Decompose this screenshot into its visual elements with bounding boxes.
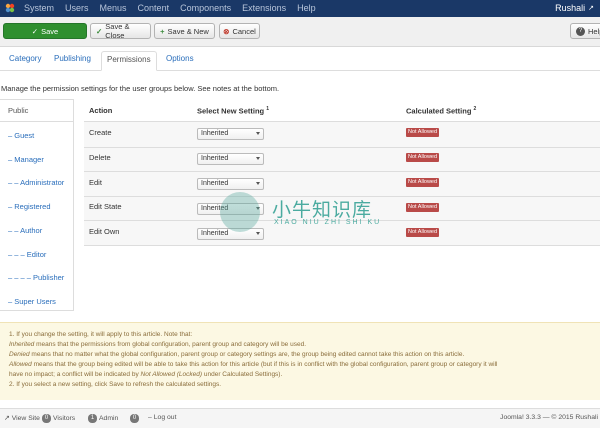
footnote-1: 1	[266, 106, 269, 112]
minus-icon: –	[148, 414, 152, 421]
group-editor[interactable]: – – – Editor	[8, 250, 46, 259]
external-link-icon: ↗	[588, 5, 594, 12]
group-super-users[interactable]: – Super Users	[8, 297, 56, 306]
setting-select-delete[interactable]: Inherited	[197, 153, 264, 165]
note-allowed: Allowed means that the group being edite…	[9, 361, 498, 368]
menu-content[interactable]: Content	[138, 3, 170, 13]
watermark-logo-icon	[220, 192, 260, 232]
action-delete: Delete	[89, 153, 111, 162]
table-divider	[84, 245, 600, 246]
table-row-band	[84, 148, 600, 173]
action-edit-state: Edit State	[89, 202, 122, 211]
help-button[interactable]: ? Help	[570, 23, 600, 39]
external-link-icon: ↗	[4, 415, 10, 422]
calculated-badge-edit: Not Allowed	[406, 178, 440, 187]
calculated-badge-edit-own: Not Allowed	[406, 228, 440, 237]
action-edit: Edit	[89, 178, 102, 187]
menu-menus[interactable]: Menus	[100, 3, 127, 13]
note-line-1: 1. If you change the setting, it will ap…	[9, 331, 193, 338]
cancel-icon: ⊗	[223, 26, 230, 36]
group-manager[interactable]: – Manager	[8, 155, 44, 164]
setting-select-create[interactable]: Inherited	[197, 128, 264, 140]
action-create: Create	[89, 128, 112, 137]
menu-components[interactable]: Components	[180, 3, 231, 13]
save-new-button[interactable]: + Save & New	[154, 23, 215, 39]
user-group-nav: Public – Guest – Manager – – Administrat…	[0, 99, 74, 311]
note-allowed-cont: have no impact; a conflict will be indic…	[9, 371, 283, 378]
save-button[interactable]: ✓ Save	[3, 23, 87, 39]
tab-permissions[interactable]: Permissions	[101, 51, 157, 71]
plus-icon: +	[160, 26, 165, 36]
menu-extensions[interactable]: Extensions	[242, 3, 286, 13]
view-site-link[interactable]: ↗ View Site	[4, 414, 40, 423]
group-author[interactable]: – – Author	[8, 226, 42, 235]
col-calculated-header: Calculated Setting 2	[406, 106, 477, 116]
main-menu: System Users Menus Content Components Ex…	[24, 3, 316, 13]
version-text: Joomla! 3.3.3 — © 2015 Rushali	[500, 414, 598, 421]
menu-users[interactable]: Users	[65, 3, 89, 13]
action-edit-own: Edit Own	[89, 227, 120, 236]
table-row-band	[84, 122, 600, 147]
status-bar: ↗ View Site 0 Visitors 1 Admin 0 – Log o…	[0, 408, 600, 428]
save-icon: ✓	[31, 26, 39, 36]
footnote-2: 2	[473, 106, 477, 112]
chevron-down-icon	[256, 157, 260, 160]
menu-help[interactable]: Help	[297, 3, 316, 13]
chevron-down-icon	[256, 182, 260, 185]
calculated-badge-create: Not Allowed	[406, 128, 440, 137]
tab-options[interactable]: Options	[166, 54, 194, 63]
permissions-intro: Manage the permission settings for the u…	[1, 84, 280, 93]
user-menu[interactable]: Rushali ↗	[555, 3, 594, 13]
logout-link[interactable]: – Log out	[148, 414, 176, 421]
note-inherited: Inherited means that the permissions fro…	[9, 341, 307, 348]
group-registered[interactable]: – Registered	[8, 202, 51, 211]
calculated-badge-delete: Not Allowed	[406, 153, 440, 162]
group-guest[interactable]: – Guest	[8, 131, 34, 140]
tab-publishing[interactable]: Publishing	[54, 54, 91, 63]
messages-status[interactable]: 0	[130, 414, 139, 423]
note-line-2: 2. If you select a new setting, click Sa…	[9, 381, 222, 388]
tab-bar: Category Publishing Permissions Options	[0, 47, 600, 71]
watermark: 小牛知识库 XIAO NIU ZHI SHI KU	[220, 187, 400, 237]
group-public[interactable]: Public	[0, 100, 73, 122]
admin-count-badge: 1	[88, 414, 97, 423]
note-denied: Denied means that no matter what the glo…	[9, 351, 465, 358]
calculated-badge-edit-state: Not Allowed	[406, 203, 440, 212]
toolbar: ✓ Save ✓ Save & Close + Save & New ⊗ Can…	[0, 17, 600, 47]
check-icon: ✓	[96, 26, 103, 36]
top-navbar: System Users Menus Content Components Ex…	[0, 0, 600, 17]
messages-count-badge: 0	[130, 414, 139, 423]
chevron-down-icon	[256, 132, 260, 135]
visitors-status[interactable]: 0 Visitors	[42, 414, 75, 423]
cancel-button[interactable]: ⊗ Cancel	[219, 23, 260, 39]
visitors-count-badge: 0	[42, 414, 51, 423]
col-action-header: Action	[89, 106, 113, 115]
admin-status[interactable]: 1 Admin	[88, 414, 118, 423]
col-select-header: Select New Setting 1	[197, 106, 269, 116]
joomla-logo-icon[interactable]	[4, 2, 16, 14]
group-publisher[interactable]: – – – – Publisher	[8, 273, 64, 282]
menu-system[interactable]: System	[24, 3, 54, 13]
group-administrator[interactable]: – – Administrator	[8, 178, 64, 187]
username: Rushali	[555, 3, 586, 13]
save-close-button[interactable]: ✓ Save & Close	[90, 22, 151, 40]
tab-category[interactable]: Category	[9, 54, 41, 63]
permission-notes: 1. If you change the setting, it will ap…	[0, 322, 600, 400]
help-icon: ?	[576, 26, 585, 36]
